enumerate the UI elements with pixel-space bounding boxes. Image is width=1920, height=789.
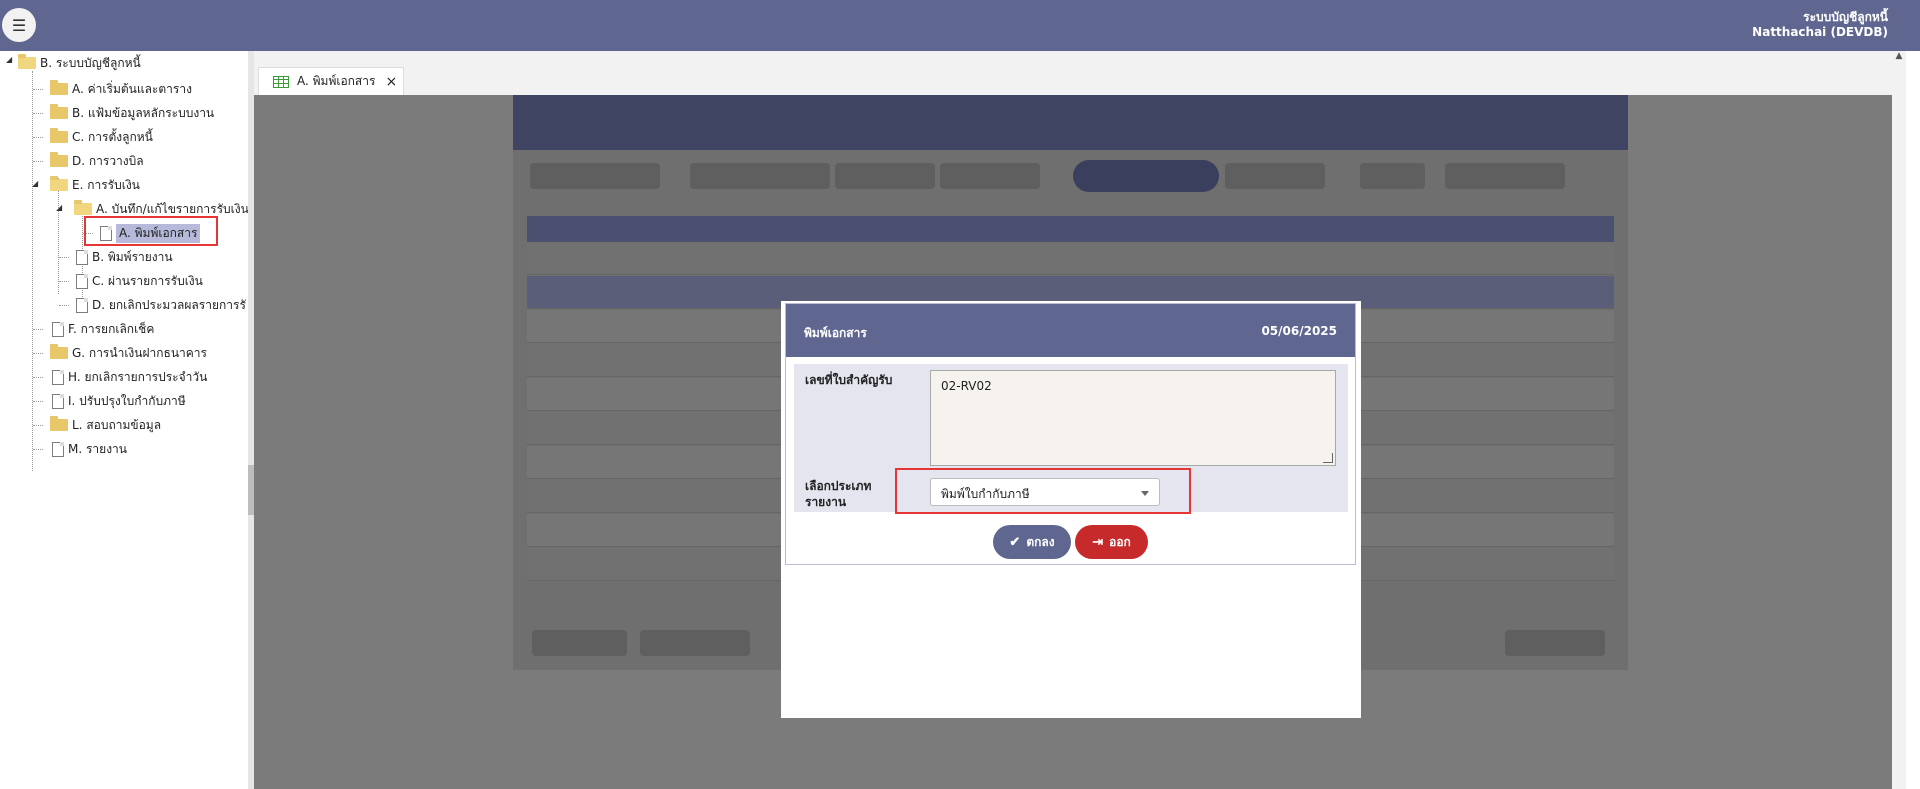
document-icon — [52, 441, 64, 457]
tree-item-bank-deposit[interactable]: G. การนำเงินฝากธนาคาร — [50, 343, 207, 363]
dialog-header: พิมพ์เอกสาร 05/06/2025 — [786, 304, 1355, 357]
folder-icon — [50, 344, 68, 359]
report-type-label: เลือกประเภท รายงาน — [805, 478, 871, 510]
receipt-number-label: เลขที่ใบสำคัญรับ — [805, 373, 893, 387]
tree-item-label: H. ยกเลิกรายการประจำวัน — [68, 369, 208, 384]
tab-bar — [254, 51, 1906, 95]
folder-icon — [50, 80, 68, 95]
hamburger-menu-button[interactable]: ☰ — [2, 8, 36, 42]
system-name: ระบบบัญชีลูกหนี้ — [1803, 10, 1888, 24]
folder-open-icon — [74, 200, 92, 215]
tree-item-print-report[interactable]: B. พิมพ์รายงาน — [76, 247, 173, 267]
sidebar-tree: ◢ B. ระบบบัญชีลูกหนี้ A. ค่าเริ่มต้นและต… — [0, 51, 253, 789]
resize-grip-icon[interactable] — [1323, 453, 1333, 463]
hamburger-icon: ☰ — [11, 15, 27, 35]
main-scrollbar[interactable]: ▲ — [1892, 51, 1906, 789]
folder-icon — [50, 128, 68, 143]
background-control — [1073, 160, 1219, 192]
tree-item-cancel-process[interactable]: D. ยกเลิกประมวลผลรายการรั — [76, 295, 246, 315]
background-control — [1360, 163, 1425, 189]
close-icon[interactable]: × — [385, 74, 397, 90]
tree-item-label: D. ยกเลิกประมวลผลรายการรั — [92, 297, 246, 312]
background-control — [690, 163, 830, 189]
tree-item-setup-debtor[interactable]: C. การตั้งลูกหนี้ — [50, 127, 153, 147]
tab-print-document[interactable]: A. พิมพ์เอกสาร × — [258, 67, 404, 95]
exit-button[interactable]: ⇥ ออก — [1075, 525, 1148, 559]
tree-item-label: F. การยกเลิกเช็ค — [68, 321, 155, 336]
top-header: ☰ ระบบบัญชีลูกหนี้ Natthachai (DEVDB) — [0, 0, 1920, 51]
folder-open-icon — [18, 54, 36, 69]
tree-item-inquiry[interactable]: L. สอบถามข้อมูล — [50, 415, 161, 435]
tree-item-billing[interactable]: D. การวางบิล — [50, 151, 144, 171]
dialog-date: 05/06/2025 — [1261, 324, 1337, 338]
tree-item-label: M. รายงาน — [68, 441, 127, 456]
ok-button-label: ตกลง — [1026, 534, 1055, 549]
tree-item-label: A. ค่าเริ่มต้นและตาราง — [72, 81, 192, 96]
folder-open-icon — [50, 176, 68, 191]
background-row — [527, 242, 1614, 275]
receipt-number-value: 02-RV02 — [941, 379, 992, 393]
scroll-up-icon[interactable]: ▲ — [1896, 51, 1903, 61]
user-name: Natthachai (DEVDB) — [1752, 25, 1888, 39]
document-icon — [76, 297, 88, 313]
document-icon — [52, 321, 64, 337]
tree-item-label: B. แฟ้มข้อมูลหลักระบบงาน — [72, 105, 215, 120]
tree-item-label: L. สอบถามข้อมูล — [72, 417, 162, 432]
background-control — [835, 163, 935, 189]
background-control — [1225, 163, 1325, 189]
ok-button[interactable]: ✔ ตกลง — [993, 525, 1071, 559]
tree-item-label: I. ปรับปรุงใบกำกับภาษี — [68, 393, 186, 408]
tree-root-label: B. ระบบบัญชีลูกหนี้ — [40, 55, 141, 70]
tree-item-label: C. ผ่านรายการรับเงิน — [92, 273, 203, 288]
document-icon — [52, 369, 64, 385]
tree-item-receipt[interactable]: E. การรับเงิน — [50, 175, 140, 195]
document-icon — [76, 249, 88, 265]
tree-item-label: G. การนำเงินฝากธนาคาร — [72, 345, 207, 360]
grid-icon — [273, 75, 289, 88]
header-user-info: ระบบบัญชีลูกหนี้ Natthachai (DEVDB) — [1752, 10, 1888, 40]
folder-icon — [50, 152, 68, 167]
tree-item-post-receipt[interactable]: C. ผ่านรายการรับเงิน — [76, 271, 203, 291]
background-control — [1505, 630, 1605, 656]
sign-out-icon: ⇥ — [1092, 534, 1104, 549]
report-type-label-line2: รายงาน — [805, 495, 847, 509]
document-icon — [76, 273, 88, 289]
background-control — [640, 630, 750, 656]
receipt-number-textarea[interactable]: 02-RV02 — [930, 370, 1336, 466]
tree-item-label: B. พิมพ์รายงาน — [92, 249, 173, 264]
tree-item-label: D. การวางบิล — [72, 153, 144, 168]
tree-item-report[interactable]: M. รายงาน — [52, 439, 127, 459]
folder-icon — [50, 104, 68, 119]
tree-item-cancel-daily[interactable]: H. ยกเลิกรายการประจำวัน — [52, 367, 207, 387]
background-control — [1445, 163, 1565, 189]
background-control — [940, 163, 1040, 189]
background-panel-header — [513, 95, 1628, 150]
tree-item-initial[interactable]: A. ค่าเริ่มต้นและตาราง — [50, 79, 192, 99]
highlight-box-sidebar — [84, 216, 218, 246]
tree-item-label: C. การตั้งลูกหนี้ — [72, 129, 153, 144]
tree-root[interactable]: B. ระบบบัญชีลูกหนี้ — [18, 53, 141, 73]
check-icon: ✔ — [1009, 534, 1021, 549]
background-control — [530, 163, 660, 189]
dialog-title: พิมพ์เอกสาร — [804, 326, 867, 340]
exit-button-label: ออก — [1109, 534, 1131, 549]
tree-item-cancel-cheque[interactable]: F. การยกเลิกเช็ค — [52, 319, 154, 339]
tree-item-master[interactable]: B. แฟ้มข้อมูลหลักระบบงาน — [50, 103, 214, 123]
report-type-label-line1: เลือกประเภท — [805, 479, 872, 493]
tree-item-adjust-tax-invoice[interactable]: I. ปรับปรุงใบกำกับภาษี — [52, 391, 186, 411]
folder-icon — [50, 416, 68, 431]
tree-item-label: E. การรับเงิน — [72, 177, 140, 192]
document-icon — [52, 393, 64, 409]
background-table-header — [527, 216, 1614, 242]
background-control — [532, 630, 627, 656]
tab-label: A. พิมพ์เอกสาร — [297, 74, 376, 88]
highlight-box-select — [895, 468, 1191, 514]
